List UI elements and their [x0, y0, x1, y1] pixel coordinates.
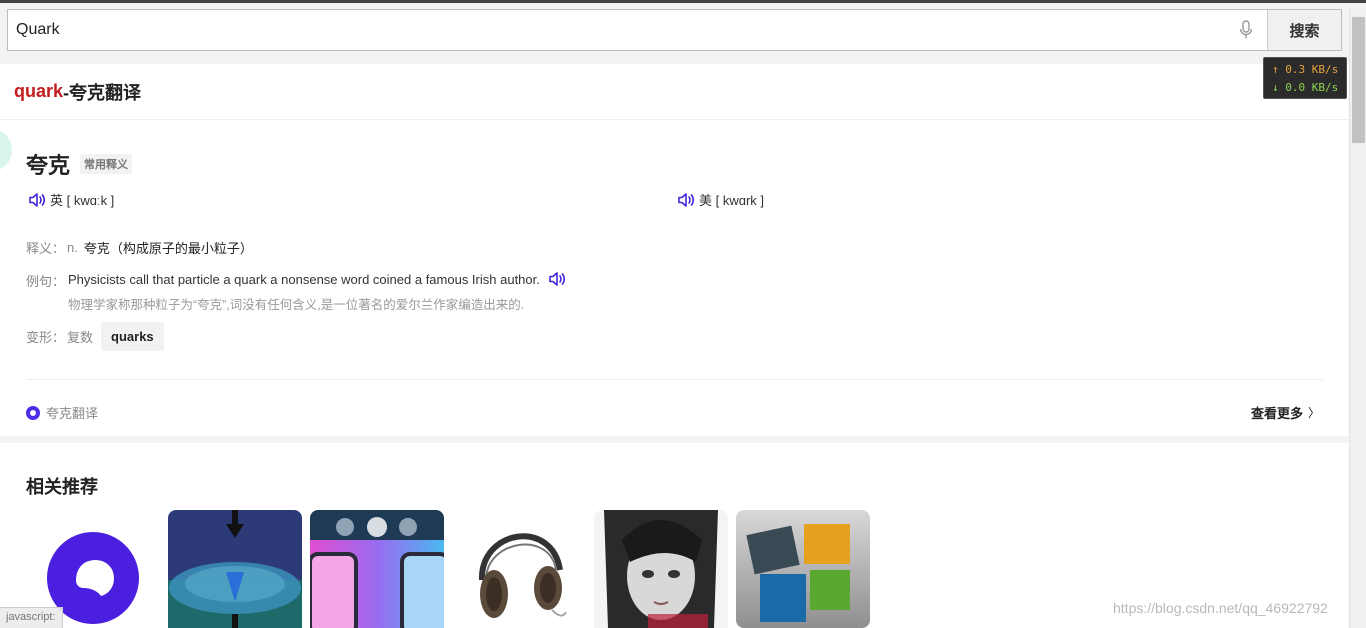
side-decoration — [0, 130, 12, 170]
window-top-border — [0, 0, 1366, 3]
variant-chip[interactable]: quarks — [101, 322, 164, 351]
variant-label: 变形： — [26, 330, 66, 345]
pronunciation-uk[interactable]: 英 [ kwɑːk ] — [28, 190, 114, 209]
example-en-text: Physicists call that particle a quark a … — [68, 271, 540, 287]
header-title: -夸克翻译 — [63, 82, 142, 103]
status-bar: javascript: — [0, 607, 63, 628]
example-label: 例句： — [26, 274, 66, 289]
rec-thumb-headphones[interactable] — [452, 510, 586, 628]
chevron-right-icon: 〉 — [1308, 406, 1321, 420]
word-title: 夸克 — [26, 153, 71, 178]
speaker-icon — [678, 192, 695, 207]
quark-logo-icon — [26, 405, 40, 420]
upload-speed: ↑ 0.3 KB/s — [1272, 63, 1339, 76]
variant-row: 变形： 复数 quarks — [26, 322, 164, 351]
gradient-app-image — [310, 510, 444, 628]
example-row: 例句： Physicists call that particle a quar… — [26, 271, 565, 312]
portrait-image — [594, 510, 728, 628]
word-row: 夸克 常用释义 — [26, 148, 133, 180]
recommend-title: 相关推荐 — [26, 477, 98, 497]
header-keyword: quark — [14, 81, 64, 101]
pron-uk-text: 英 [ kwɑːk ] — [50, 193, 115, 208]
part-of-speech: n. — [67, 240, 78, 255]
pronunciation-us[interactable]: 美 [ kwɑrk ] — [677, 190, 764, 209]
download-speed: ↓ 0.0 KB/s — [1272, 81, 1339, 94]
pron-us-text: 美 [ kwɑrk ] — [699, 193, 765, 208]
mic-icon — [1239, 20, 1253, 39]
rec-thumb-portrait[interactable] — [594, 510, 728, 628]
variant-type: 复数 — [67, 330, 94, 345]
search-bar: 搜索 — [7, 9, 1342, 51]
definition-label: 释义： — [26, 241, 66, 256]
scrollbar-thumb[interactable] — [1352, 17, 1365, 143]
watermark: https://blog.csdn.net/qq_46922792 — [1113, 600, 1328, 616]
mic-button[interactable] — [1225, 10, 1267, 50]
translation-card: quark -夸克翻译 夸克 常用释义 英 [ kwɑːk ] 美 [ kwɑrk… — [0, 64, 1349, 436]
source-link[interactable]: 夸克翻译 — [26, 403, 98, 422]
speaker-icon[interactable] — [548, 271, 566, 287]
view-more-label: 查看更多 — [1251, 406, 1304, 421]
rec-thumb-funnel[interactable] — [168, 510, 302, 628]
rec-thumb-gradient-app[interactable] — [310, 510, 444, 628]
definition-text: 夸克（构成原子的最小粒子） — [83, 241, 253, 256]
speaker-icon — [29, 192, 46, 207]
example-zh: 物理学家称那种粒子为“夸克”,词没有任何含义,是一位著名的爱尔兰作家编造出来的. — [68, 298, 525, 312]
headphones-image — [452, 510, 586, 628]
rec-thumb-puzzle[interactable] — [736, 510, 870, 628]
network-speed-widget: ↑ 0.3 KB/s ↓ 0.0 KB/s — [1263, 57, 1347, 99]
vertical-scrollbar[interactable] — [1349, 9, 1366, 628]
search-input[interactable] — [8, 10, 1225, 50]
divider — [26, 379, 1324, 380]
search-button[interactable]: 搜索 — [1267, 10, 1341, 50]
view-more-link[interactable]: 查看更多 〉 — [1251, 403, 1320, 422]
example-en: Physicists call that particle a quark a … — [68, 271, 566, 287]
funnel-image — [168, 510, 302, 628]
definition-row: 释义： n. 夸克（构成原子的最小粒子） — [26, 238, 253, 257]
card-header: quark -夸克翻译 — [0, 64, 1349, 120]
puzzle-image — [736, 510, 870, 628]
source-text: 夸克翻译 — [46, 406, 99, 421]
common-meaning-tag: 常用释义 — [80, 154, 133, 174]
